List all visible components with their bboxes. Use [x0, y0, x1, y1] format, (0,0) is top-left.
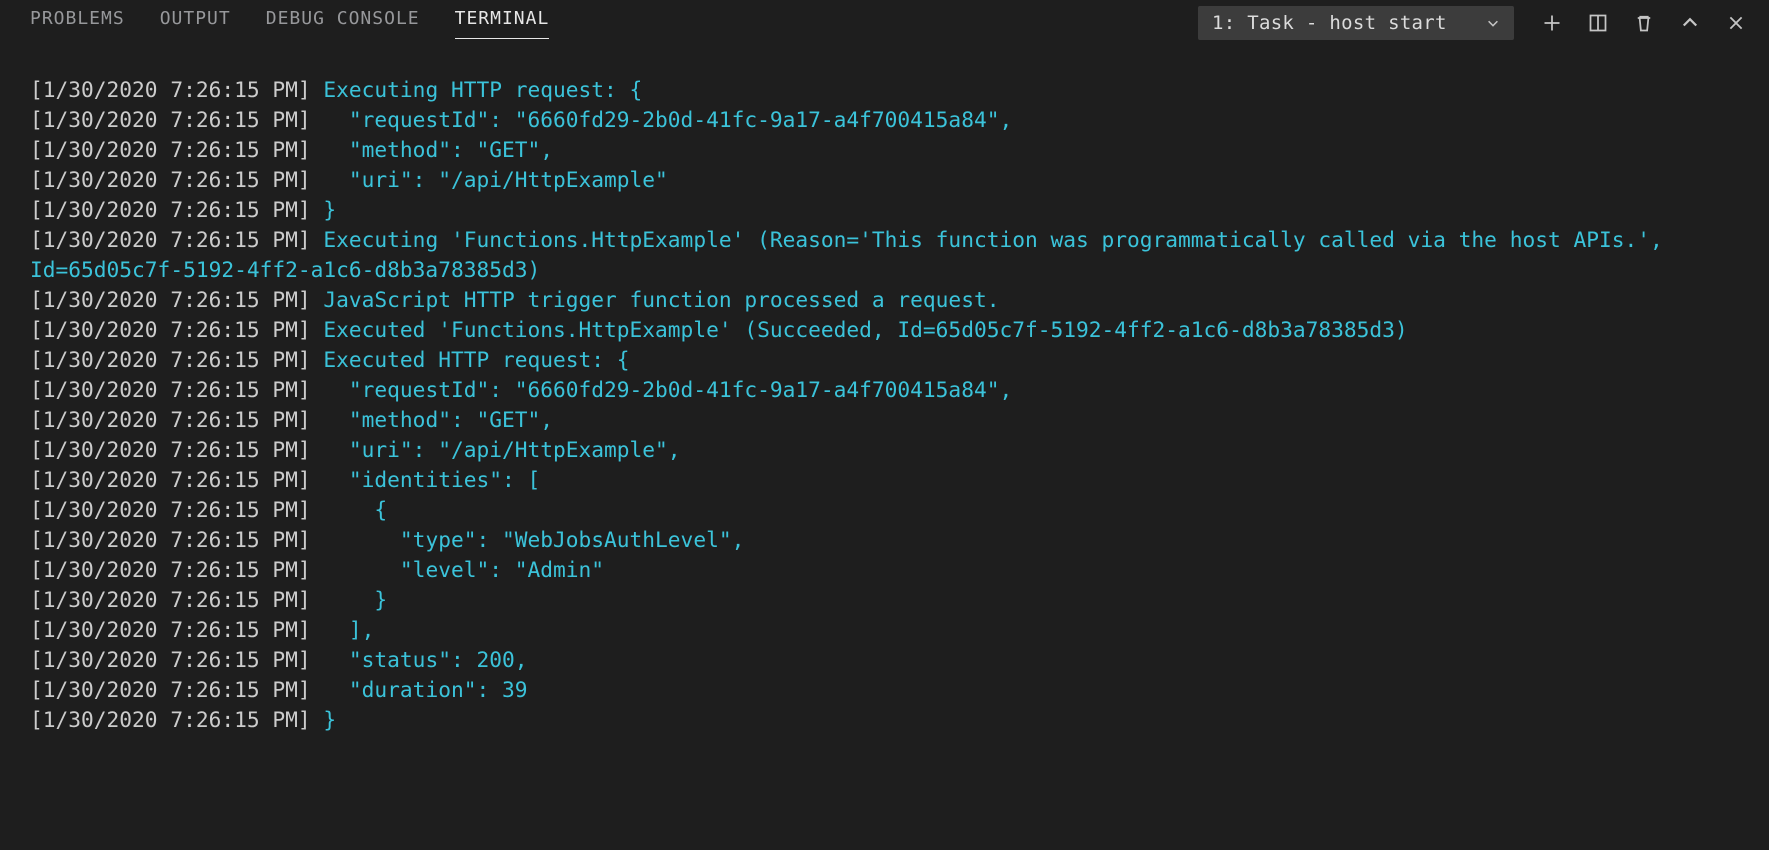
log-timestamp: [1/30/2020 7:26:15 PM]: [30, 677, 323, 702]
chevron-up-icon: [1680, 13, 1700, 33]
log-line: Executed 'Functions.HttpExample' (Succee…: [323, 317, 1407, 342]
log-line: "duration": 39: [323, 677, 527, 702]
log-timestamp: [1/30/2020 7:26:15 PM]: [30, 617, 323, 642]
tab-debug-console[interactable]: DEBUG CONSOLE: [266, 8, 420, 37]
log-line: "type": "WebJobsAuthLevel",: [323, 527, 744, 552]
log-line: "requestId": "6660fd29-2b0d-41fc-9a17-a4…: [323, 107, 1012, 132]
log-timestamp: [1/30/2020 7:26:15 PM]: [30, 557, 323, 582]
log-timestamp: [1/30/2020 7:26:15 PM]: [30, 437, 323, 462]
log-line: "level": "Admin": [323, 557, 604, 582]
log-line: "uri": "/api/HttpExample": [323, 167, 667, 192]
log-line: "uri": "/api/HttpExample",: [323, 437, 680, 462]
log-line: ],: [323, 617, 374, 642]
new-terminal-button[interactable]: [1539, 10, 1565, 36]
panel-header: PROBLEMS OUTPUT DEBUG CONSOLE TERMINAL 1…: [0, 0, 1769, 45]
log-line: "requestId": "6660fd29-2b0d-41fc-9a17-a4…: [323, 377, 1012, 402]
log-line: }: [323, 587, 387, 612]
log-line: "method": "GET",: [323, 137, 553, 162]
trash-icon: [1634, 13, 1654, 33]
log-line: JavaScript HTTP trigger function process…: [323, 287, 999, 312]
log-timestamp: [1/30/2020 7:26:15 PM]: [30, 77, 323, 102]
log-timestamp: [1/30/2020 7:26:15 PM]: [30, 137, 323, 162]
log-line: Executed HTTP request: {: [323, 347, 629, 372]
log-timestamp: [1/30/2020 7:26:15 PM]: [30, 467, 323, 492]
log-timestamp: [1/30/2020 7:26:15 PM]: [30, 527, 323, 552]
log-timestamp: [1/30/2020 7:26:15 PM]: [30, 107, 323, 132]
maximize-panel-button[interactable]: [1677, 10, 1703, 36]
tab-output[interactable]: OUTPUT: [160, 8, 231, 37]
close-panel-button[interactable]: [1723, 10, 1749, 36]
tab-terminal[interactable]: TERMINAL: [455, 8, 550, 37]
panel-actions: [1539, 10, 1749, 36]
log-timestamp: [1/30/2020 7:26:15 PM]: [30, 407, 323, 432]
split-terminal-button[interactable]: [1585, 10, 1611, 36]
log-timestamp: [1/30/2020 7:26:15 PM]: [30, 497, 323, 522]
log-timestamp: [1/30/2020 7:26:15 PM]: [30, 227, 323, 252]
chevron-down-icon: [1484, 14, 1502, 32]
log-timestamp: [1/30/2020 7:26:15 PM]: [30, 587, 323, 612]
panel-tabs: PROBLEMS OUTPUT DEBUG CONSOLE TERMINAL: [30, 8, 549, 37]
log-timestamp: [1/30/2020 7:26:15 PM]: [30, 647, 323, 672]
tab-problems[interactable]: PROBLEMS: [30, 8, 125, 37]
log-timestamp: [1/30/2020 7:26:15 PM]: [30, 167, 323, 192]
terminal-output[interactable]: [1/30/2020 7:26:15 PM] Executing HTTP re…: [0, 45, 1769, 735]
log-line: "status": 200,: [323, 647, 527, 672]
log-line: "identities": [: [323, 467, 540, 492]
close-icon: [1727, 14, 1745, 32]
terminal-selector-label: 1: Task - host start: [1212, 12, 1447, 34]
log-timestamp: [1/30/2020 7:26:15 PM]: [30, 317, 323, 342]
log-timestamp: [1/30/2020 7:26:15 PM]: [30, 377, 323, 402]
log-line: Executing HTTP request: {: [323, 77, 642, 102]
terminal-selector-dropdown[interactable]: 1: Task - host start: [1198, 6, 1514, 40]
log-timestamp: [1/30/2020 7:26:15 PM]: [30, 287, 323, 312]
log-line: }: [323, 707, 336, 732]
kill-terminal-button[interactable]: [1631, 10, 1657, 36]
log-timestamp: [1/30/2020 7:26:15 PM]: [30, 347, 323, 372]
log-timestamp: [1/30/2020 7:26:15 PM]: [30, 197, 323, 222]
log-line: }: [323, 197, 336, 222]
log-timestamp: [1/30/2020 7:26:15 PM]: [30, 707, 323, 732]
split-icon: [1588, 13, 1608, 33]
plus-icon: [1542, 13, 1562, 33]
log-line: {: [323, 497, 387, 522]
log-line: "method": "GET",: [323, 407, 553, 432]
